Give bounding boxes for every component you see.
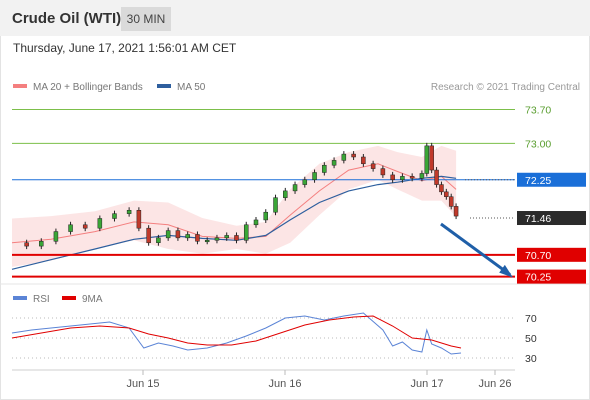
level-label: 72.25 <box>525 175 551 187</box>
rsi-legend-swatch <box>62 296 76 300</box>
candle-body <box>429 145 434 171</box>
candle-body <box>175 230 181 239</box>
candle-body <box>185 234 190 239</box>
candle-body <box>341 153 347 161</box>
candle-body <box>146 227 151 243</box>
rsi-line <box>11 312 462 355</box>
candle-body <box>439 184 444 193</box>
candle-body <box>283 190 288 198</box>
candle-body <box>312 172 317 181</box>
legend-swatch <box>13 84 27 88</box>
rsi-9ma-line <box>11 315 462 349</box>
legend-swatch <box>157 84 171 88</box>
copyright-text: Research © 2021 Trading Central <box>431 82 580 93</box>
rsi-legend-swatch <box>13 296 27 300</box>
rsi-legend-label: 9MA <box>82 294 103 305</box>
x-tick-label: Jun 16 <box>268 378 301 390</box>
candle-body <box>253 219 259 226</box>
candle-body <box>243 224 249 241</box>
candle-body <box>156 237 161 243</box>
x-tick-label: Jun 26 <box>478 378 511 390</box>
candle-body <box>424 145 430 174</box>
candle-body <box>419 173 425 179</box>
level-label: 71.46 <box>525 213 551 225</box>
candle-body <box>136 210 142 229</box>
legend-label: MA 20 + Bollinger Bands <box>33 82 143 93</box>
candle-body <box>224 235 229 239</box>
x-tick-label: Jun 17 <box>410 378 443 390</box>
candle-body <box>234 235 239 241</box>
candle-body <box>97 218 103 229</box>
candle-body <box>322 164 327 173</box>
candle-body <box>390 174 395 181</box>
candle-body <box>112 213 117 219</box>
candle-body <box>400 176 405 181</box>
level-label: 73.00 <box>525 138 551 150</box>
candle-body <box>380 168 386 176</box>
candle-body <box>370 163 376 169</box>
candle-body <box>453 206 459 217</box>
candle-body <box>165 230 171 239</box>
candle-body <box>39 241 44 247</box>
legend-label: MA 50 <box>177 82 206 93</box>
candle-body <box>351 153 356 158</box>
rsi-legend-label: RSI <box>33 294 50 305</box>
candle-body <box>204 240 210 243</box>
level-label: 70.25 <box>525 272 551 284</box>
forecast-arrow-shaft <box>440 222 511 276</box>
candle-body <box>273 197 278 213</box>
candle-body <box>53 231 59 242</box>
candle-body <box>444 191 449 197</box>
rsi-tick-label: 70 <box>525 313 537 325</box>
candle-body <box>214 237 220 241</box>
x-tick-label: Jun 15 <box>126 378 159 390</box>
candle-body <box>82 224 88 229</box>
candle-body <box>195 234 200 242</box>
candle-body <box>434 169 439 185</box>
candle-body <box>24 242 29 247</box>
candle-body <box>263 211 269 221</box>
candle-body <box>331 160 337 166</box>
level-label: 70.70 <box>525 250 551 262</box>
rsi-tick-label: 50 <box>525 333 537 345</box>
level-label: 73.70 <box>525 105 551 117</box>
candle-body <box>361 156 366 165</box>
bollinger-band-fill <box>12 145 457 267</box>
candle-body <box>126 210 132 214</box>
candle-body <box>292 184 298 192</box>
candle-body <box>68 224 73 232</box>
chart-svg: MA 20 + Bollinger Bands MA 50 Research © 2… <box>0 82 590 390</box>
candle-body <box>448 196 454 207</box>
candle-body <box>302 179 308 185</box>
candle-body <box>409 176 415 179</box>
rsi-tick-label: 30 <box>525 353 537 365</box>
